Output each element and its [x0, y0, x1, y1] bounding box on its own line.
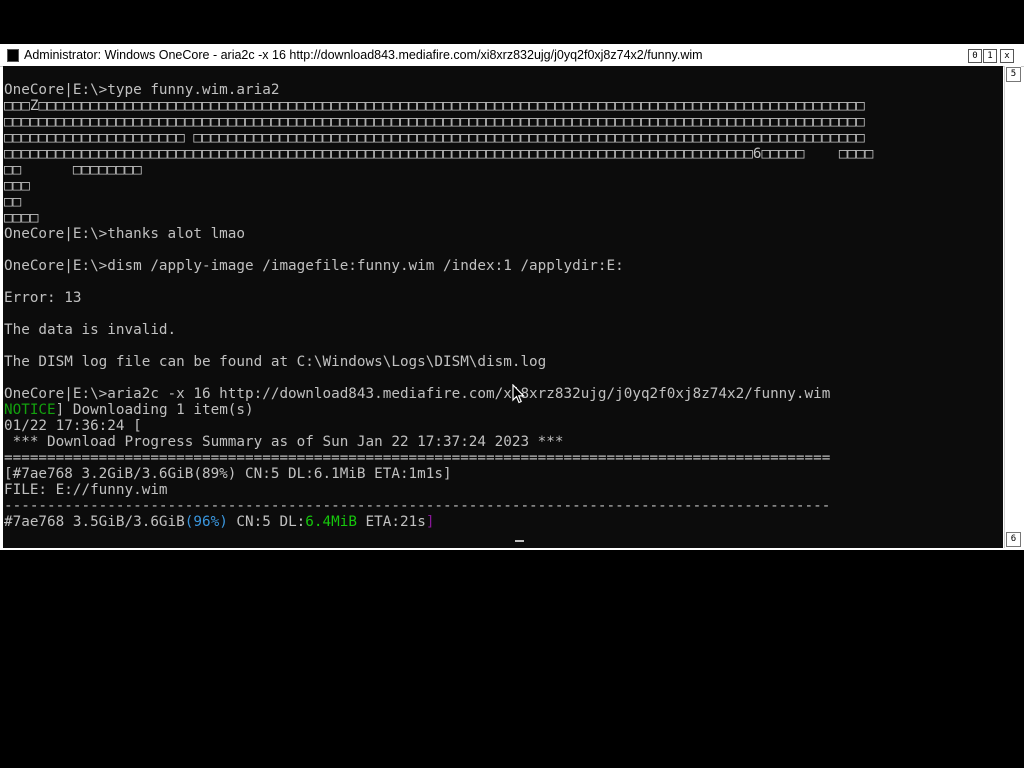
console-line: ----------------------------------------… — [4, 498, 831, 514]
console-window: Administrator: Windows OneCore - aria2c … — [0, 44, 1024, 550]
console-line: FILE: E://funny.wim — [4, 482, 168, 498]
scroll-down-button[interactable]: 6 — [1006, 532, 1021, 547]
progress-eta: ETA:21s — [356, 514, 426, 530]
title-bar[interactable]: Administrator: Windows OneCore - aria2c … — [0, 44, 1024, 67]
progress-gid-sizes: #7ae768 3.5GiB/3.6GiB — [4, 514, 185, 530]
console-line: □□□Z□□□□□□□□□□□□□□□□□□□□□□□□□□□□□□□□□□□□… — [4, 98, 865, 114]
scrollbar-track[interactable] — [1007, 84, 1019, 530]
text-cursor — [515, 540, 524, 542]
notice-line: NOTICE] Downloading 1 item(s) — [4, 402, 254, 418]
console-line: □□□□ — [4, 210, 39, 226]
close-button[interactable]: x — [1000, 49, 1014, 63]
console-line: □□□□□□□□□□□□□□□□□□□□□□□□□□□□□□□□□□□□□□□□… — [4, 114, 865, 130]
console-line: Error: 13 — [4, 290, 82, 306]
console-line: □□□□□□□□□□□□□□□□□□□□□ □□□□□□□□□□□□□□□□□□… — [4, 130, 865, 146]
console-line: □□□ — [4, 178, 30, 194]
console-line: ========================================… — [4, 450, 831, 466]
notice-message: ] Downloading 1 item(s) — [55, 402, 254, 418]
progress-speed: 6.4MiB — [305, 514, 357, 530]
progress-line: #7ae768 3.5GiB/3.6GiB(96%) CN:5 DL:6.4Mi… — [4, 514, 434, 530]
console-line: □□ □□□□□□□□ — [4, 162, 142, 178]
progress-close-bracket: ] — [425, 514, 435, 530]
console-line: 01/22 17:36:24 [ — [4, 418, 142, 434]
console-line: □□ — [4, 194, 22, 210]
minimize-button[interactable]: 0 — [968, 49, 982, 63]
notice-tag: NOTICE — [4, 402, 56, 418]
console-line: □□□□□□□□□□□□□□□□□□□□□□□□□□□□□□□□□□□□□□□□… — [4, 146, 874, 162]
console-icon — [7, 49, 19, 62]
progress-percent: (96%) — [184, 514, 228, 530]
console-line: *** Download Progress Summary as of Sun … — [4, 434, 564, 450]
progress-connections: CN:5 DL: — [227, 514, 306, 530]
mouse-pointer-icon — [512, 384, 525, 404]
console-output[interactable]: OneCore|E:\>type funny.wim.aria2 □□□Z□□□… — [3, 66, 1003, 548]
window-title: Administrator: Windows OneCore - aria2c … — [24, 48, 703, 62]
console-line: [#7ae768 3.2GiB/3.6GiB(89%) CN:5 DL:6.1M… — [4, 466, 452, 482]
console-line: OneCore|E:\>type funny.wim.aria2 — [4, 82, 280, 98]
console-line: The data is invalid. — [4, 322, 177, 338]
console-line: The DISM log file can be found at C:\Win… — [4, 354, 547, 370]
console-line: OneCore|E:\>dism /apply-image /imagefile… — [4, 258, 624, 274]
console-line: OneCore|E:\>thanks alot lmao — [4, 226, 246, 242]
vertical-scrollbar[interactable]: 5 6 — [1004, 66, 1021, 548]
console-line: OneCore|E:\>aria2c -x 16 http://download… — [4, 386, 831, 402]
maximize-button[interactable]: 1 — [983, 49, 997, 63]
scroll-up-button[interactable]: 5 — [1006, 67, 1021, 82]
